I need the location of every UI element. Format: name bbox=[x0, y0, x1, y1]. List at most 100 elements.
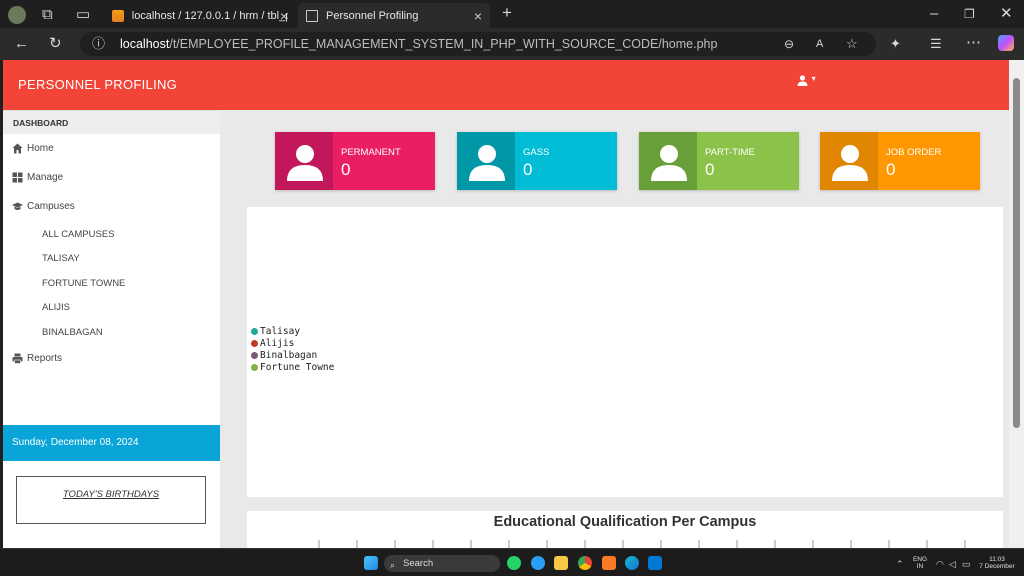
card-job-order[interactable]: JOB ORDER 0 bbox=[820, 132, 980, 190]
card-label: JOB ORDER bbox=[886, 147, 942, 158]
legend-item-fortune-towne[interactable]: Fortune Towne bbox=[251, 362, 334, 373]
campus-link-all[interactable]: ALL CAMPUSES bbox=[42, 229, 115, 240]
new-tab-icon[interactable]: + bbox=[502, 4, 512, 21]
legend-dot bbox=[251, 352, 258, 359]
copilot-icon[interactable] bbox=[998, 35, 1014, 51]
campus-chart-panel: Talisay Alijis Binalbagan Fortune Towne bbox=[247, 207, 1003, 497]
url-field[interactable]: ⓘ localhost/t/EMPLOYEE_PROFILE_MANAGEMEN… bbox=[80, 32, 876, 56]
volume-icon[interactable]: ◁ bbox=[949, 557, 956, 572]
brand-title[interactable]: PERSONNEL PROFILING bbox=[18, 77, 177, 92]
sidebar-item-label: Campuses bbox=[27, 201, 75, 212]
extensions-icon[interactable]: ✦ bbox=[890, 36, 901, 51]
campus-link-talisay[interactable]: TALISAY bbox=[42, 253, 80, 264]
language-indicator[interactable]: ENG IN bbox=[910, 556, 930, 570]
legend-dot bbox=[251, 340, 258, 347]
tab-phpmyadmin[interactable]: localhost / 127.0.0.1 / hrm / tbl_p × bbox=[104, 3, 296, 28]
card-gass[interactable]: GASS 0 bbox=[457, 132, 617, 190]
wifi-icon[interactable]: ◠ bbox=[936, 557, 944, 572]
workspaces-icon[interactable]: ⧉ bbox=[42, 7, 53, 22]
card-count: 0 bbox=[523, 160, 533, 179]
favorite-star-icon[interactable]: ☆ bbox=[846, 36, 858, 51]
search-label: Search bbox=[403, 558, 434, 569]
sidebar-item-label: Reports bbox=[27, 353, 63, 364]
sidebar-header: DASHBOARD bbox=[3, 110, 220, 134]
whatsapp-icon[interactable] bbox=[507, 556, 521, 570]
axis-ticks bbox=[318, 540, 966, 548]
minimize-icon[interactable]: – bbox=[930, 6, 938, 21]
battery-icon[interactable]: ▭ bbox=[962, 557, 971, 572]
legend-label: Binalbagan bbox=[260, 350, 318, 361]
vscode-icon[interactable] bbox=[648, 556, 662, 570]
site-info-icon[interactable]: ⓘ bbox=[92, 36, 105, 51]
tray-overflow-icon[interactable]: ⌃ bbox=[896, 557, 904, 572]
sidebar-header-label: DASHBOARD bbox=[13, 118, 69, 128]
date-bar: Sunday, December 08, 2024 bbox=[3, 425, 220, 461]
legend-item-talisay[interactable]: Talisay bbox=[251, 326, 300, 337]
read-aloud-icon[interactable]: A bbox=[816, 37, 823, 52]
sidebar-item-campuses[interactable]: Campuses bbox=[12, 201, 75, 212]
card-label: PART-TIME bbox=[705, 147, 755, 158]
scrollbar-thumb[interactable] bbox=[1013, 78, 1020, 428]
sidebar-item-reports[interactable]: Reports bbox=[12, 353, 62, 364]
sidebar-item-home[interactable]: Home bbox=[12, 143, 54, 154]
search-icon: ⌕ bbox=[390, 560, 396, 570]
url-text: localhost/t/EMPLOYEE_PROFILE_MANAGEMENT_… bbox=[120, 37, 717, 51]
windows-start-icon[interactable] bbox=[364, 556, 378, 570]
windows-taskbar: ⌕ Search ⌃ ENG IN ◠ ◁ ▭ 11:03 7 December bbox=[0, 548, 1024, 576]
card-count: 0 bbox=[705, 160, 715, 179]
browser-tab-bar: ⧉ ▭ localhost / 127.0.0.1 / hrm / tbl_p … bbox=[0, 0, 1024, 28]
file-explorer-icon[interactable] bbox=[554, 556, 568, 570]
campus-link-alijis[interactable]: ALIJIS bbox=[42, 302, 70, 313]
close-tab-icon[interactable]: × bbox=[280, 8, 288, 24]
browser-address-bar: ← ↻ ⓘ localhost/t/EMPLOYEE_PROFILE_MANAG… bbox=[0, 28, 1024, 60]
url-path: /t/EMPLOYEE_PROFILE_MANAGEMENT_SYSTEM_IN… bbox=[169, 37, 718, 51]
clock-time: 11:03 bbox=[989, 556, 1005, 563]
close-tab-icon[interactable]: × bbox=[474, 8, 482, 24]
campus-link-fortune-towne[interactable]: FORTUNE TOWNE bbox=[42, 278, 125, 289]
favorites-icon[interactable]: ☰ bbox=[930, 36, 942, 51]
birthdays-title: TODAY'S BIRTHDAYS bbox=[62, 489, 160, 500]
card-label: PERMANENT bbox=[341, 147, 401, 158]
user-icon bbox=[287, 145, 323, 181]
close-window-icon[interactable]: ✕ bbox=[1000, 6, 1013, 21]
url-host: localhost bbox=[120, 37, 170, 51]
graduation-cap-icon bbox=[12, 202, 23, 210]
language-region: IN bbox=[916, 563, 924, 570]
profile-avatar-icon[interactable] bbox=[8, 6, 26, 24]
chevron-down-icon: ▾ bbox=[811, 74, 816, 83]
tab-title: Personnel Profiling bbox=[326, 9, 419, 22]
user-menu[interactable]: ▾ bbox=[797, 74, 816, 89]
page-scrollbar[interactable] bbox=[1009, 60, 1024, 548]
printer-icon bbox=[12, 353, 23, 364]
card-part-time[interactable]: PART-TIME 0 bbox=[639, 132, 799, 190]
user-icon bbox=[651, 145, 687, 181]
chrome-icon[interactable] bbox=[578, 556, 592, 570]
more-menu-icon[interactable]: ⋯ bbox=[966, 35, 981, 50]
card-permanent[interactable]: PERMANENT 0 bbox=[275, 132, 435, 190]
legend-item-binalbagan[interactable]: Binalbagan bbox=[251, 350, 317, 361]
legend-dot bbox=[251, 364, 258, 371]
tab-actions-icon[interactable]: ▭ bbox=[76, 7, 90, 22]
legend-item-alijis[interactable]: Alijis bbox=[251, 338, 294, 349]
legend-label: Alijis bbox=[260, 338, 295, 349]
page-icon bbox=[306, 9, 318, 22]
messaging-app-icon[interactable] bbox=[531, 556, 545, 570]
sidebar: DASHBOARD Home Manage Campuses ALL CAMPU… bbox=[3, 110, 220, 548]
zoom-icon[interactable]: ⊖ bbox=[784, 37, 794, 52]
clock[interactable]: 11:03 7 December bbox=[976, 556, 1018, 570]
user-icon bbox=[469, 145, 505, 181]
sidebar-item-manage[interactable]: Manage bbox=[12, 172, 63, 183]
restore-icon[interactable]: ❐ bbox=[964, 7, 975, 22]
birthdays-panel: TODAY'S BIRTHDAYS bbox=[16, 476, 206, 524]
taskbar-search[interactable]: ⌕ Search bbox=[384, 555, 500, 572]
tab-title: localhost / 127.0.0.1 / hrm / tbl_p bbox=[131, 9, 288, 22]
card-label: GASS bbox=[523, 147, 550, 158]
tab-personnel-profiling[interactable]: Personnel Profiling × bbox=[298, 3, 490, 28]
sidebar-item-label: Manage bbox=[27, 172, 64, 183]
edge-icon[interactable] bbox=[625, 556, 639, 570]
xampp-icon[interactable] bbox=[602, 556, 616, 570]
refresh-icon[interactable]: ↻ bbox=[49, 36, 62, 51]
campus-link-binalbagan[interactable]: BINALBAGAN bbox=[42, 327, 103, 338]
back-icon[interactable]: ← bbox=[14, 36, 29, 51]
user-icon bbox=[797, 75, 808, 86]
